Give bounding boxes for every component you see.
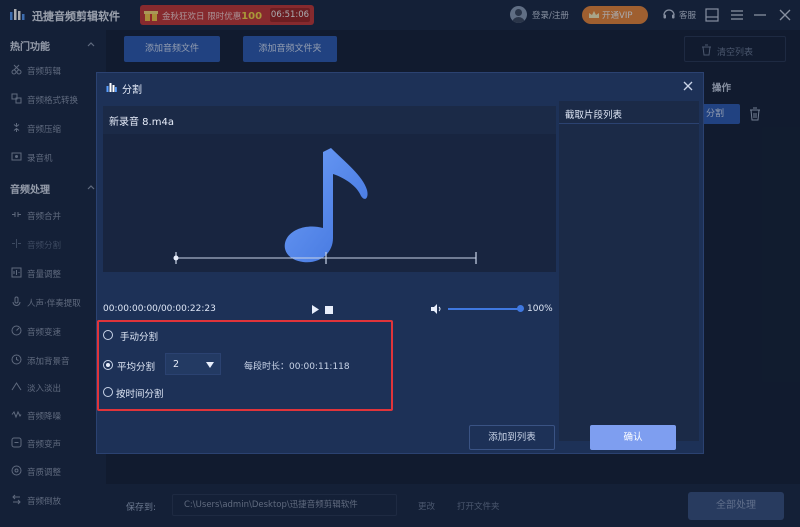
clip-list-title: 截取片段列表 [565, 110, 623, 121]
clip-list-panel: 截取片段列表 [559, 101, 699, 441]
segment-count-select[interactable]: 2 [165, 353, 221, 375]
add-to-list-button[interactable]: 添加到列表 [469, 425, 555, 450]
dialog-title: 分割 [122, 85, 142, 96]
average-split-label[interactable]: 平均分割 [117, 359, 155, 373]
audio-player: 新录音 8.m4a [103, 106, 556, 272]
volume-knob[interactable] [517, 305, 524, 312]
file-name: 新录音 8.m4a [109, 117, 174, 128]
radio-time-split[interactable] [103, 387, 113, 397]
stop-icon[interactable] [325, 306, 333, 314]
dialog-header: 分割 [97, 73, 703, 101]
time-split-label[interactable]: 按时间分割 [116, 386, 164, 400]
divider [559, 123, 699, 124]
volume-icon[interactable] [431, 304, 443, 314]
radio-average-split[interactable] [103, 360, 113, 370]
radio-manual-split[interactable] [103, 330, 113, 340]
segment-length: 每段时长：00:00:11:118 [244, 362, 350, 372]
volume-slider[interactable] [448, 308, 520, 310]
play-icon[interactable] [311, 305, 320, 314]
caret-down-icon [206, 362, 214, 368]
close-icon[interactable] [681, 79, 695, 93]
volume-percent: 100% [527, 304, 553, 314]
split-dialog: 分割 新录音 8.m4a 00:00:00:00/00:00:22:23 100… [96, 72, 704, 454]
time-readout: 00:00:00:00/00:00:22:23 [103, 304, 216, 314]
music-note-icon [284, 148, 368, 263]
app-logo-icon [106, 83, 117, 92]
timeline-slider[interactable] [173, 251, 479, 265]
confirm-button[interactable]: 确认 [590, 425, 676, 450]
manual-split-label[interactable]: 手动分割 [120, 329, 158, 343]
